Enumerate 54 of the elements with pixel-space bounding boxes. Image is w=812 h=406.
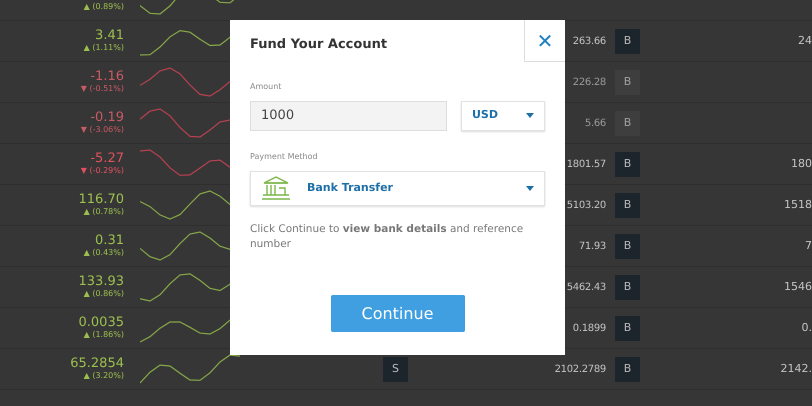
gain-value: 0.31 — [95, 234, 124, 248]
sell-price: 2102.2789 — [554, 362, 606, 376]
change-percent: ▼ (-0.29%) — [80, 167, 124, 176]
change-percent: ▲ (0.89%) — [84, 3, 124, 12]
sell-price: 5462.43 — [566, 280, 606, 294]
change-percent: ▲ (0.43%) — [84, 249, 124, 258]
gain-value: 0.0035 — [78, 316, 124, 330]
change-percent: ▲ (1.11%) — [84, 44, 124, 53]
buy-price: 2142. — [780, 360, 812, 377]
buy-button[interactable]: B — [615, 274, 640, 300]
gain-value: 116.70 — [78, 193, 124, 208]
gain-value: 65.2854 — [70, 357, 124, 372]
gain-value: 133.93 — [78, 275, 124, 290]
close-button[interactable]: ✕ — [524, 20, 565, 62]
caret-icon — [526, 113, 534, 118]
loss-value: -5.27 — [90, 152, 124, 166]
buy-price: 7 — [805, 238, 812, 254]
buy-price: 1546 — [784, 278, 812, 295]
field-label: Payment Method — [250, 150, 319, 162]
buy-button[interactable]: B — [615, 234, 640, 258]
buy-button[interactable]: B — [615, 152, 640, 176]
buy-price: 24 — [798, 32, 812, 49]
payment-method-dropdown[interactable]: Bank Transfer — [250, 170, 545, 206]
dialog-title: Fund Your Account — [250, 36, 388, 54]
currency-dropdown[interactable]: USD — [461, 100, 545, 130]
sell-price: 1801.57 — [566, 158, 606, 172]
bank-icon — [261, 175, 291, 201]
change-percent: ▼ (-3.06%) — [80, 126, 124, 135]
gain-value: 3.41 — [95, 29, 124, 44]
sell-price: 71.93 — [578, 240, 606, 254]
sell-price: 0.1899 — [572, 322, 606, 336]
change-percent: ▼ (-0.51%) — [80, 85, 124, 94]
buy-price: 180 — [791, 156, 812, 172]
sell-price: 263.66 — [572, 34, 606, 48]
buy-button[interactable]: B — [615, 192, 640, 218]
caret-icon — [526, 186, 534, 190]
change-percent: ▲ (1.86%) — [84, 331, 124, 340]
loss-value: -0.19 — [90, 111, 124, 126]
sell-button[interactable]: S — [383, 356, 408, 382]
field-label: Amount — [250, 80, 282, 92]
instruction-text: Click Continue to view bank details and reference number — [250, 222, 524, 252]
sell-price: 226.28 — [572, 76, 606, 90]
change-percent: ▲ (3.20%) — [84, 372, 124, 381]
buy-button[interactable]: B — [615, 28, 640, 54]
sell-price: 5.66 — [584, 116, 606, 130]
sell-price: 5103.20 — [566, 198, 606, 212]
loss-value: -1.16 — [90, 70, 124, 84]
amount-field[interactable]: 1000 — [250, 100, 447, 130]
buy-price: 0. — [802, 320, 812, 336]
change-percent: ▲ (0.86%) — [84, 290, 124, 299]
change-percent: ▲ (0.78%) — [84, 208, 124, 217]
buy-button[interactable]: B — [615, 316, 640, 340]
buy-button[interactable]: B — [615, 356, 640, 382]
buy-price: 1518 — [784, 196, 812, 213]
